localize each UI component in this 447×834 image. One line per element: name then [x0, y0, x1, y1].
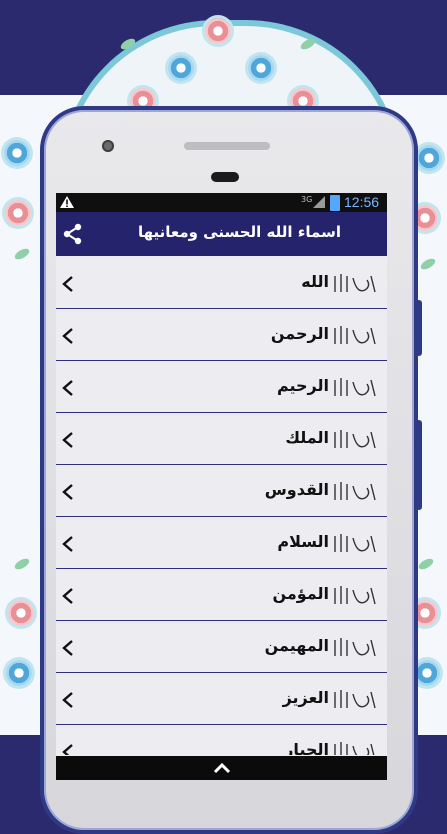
- chevron-left-icon: [62, 328, 73, 344]
- flower-ornament: [416, 145, 442, 171]
- bottom-bar: [56, 756, 387, 780]
- calligraphy-icon: [334, 326, 376, 345]
- list-item[interactable]: الجبار: [56, 728, 387, 755]
- list-item[interactable]: المهيمن: [56, 624, 387, 673]
- proximity-sensor: [211, 172, 239, 182]
- calligraphy-icon: [334, 430, 376, 449]
- calligraphy-icon: [334, 690, 376, 709]
- chevron-left-icon: [62, 380, 73, 396]
- calligraphy-icon: [334, 638, 376, 657]
- list-item-label: الله: [301, 272, 329, 291]
- flower-ornament: [168, 55, 194, 81]
- list-item[interactable]: السلام: [56, 520, 387, 569]
- app-screen: 3G 12:56 اسماء الله الحسنى ومعانيها الله…: [56, 193, 387, 780]
- camera-icon: [102, 140, 114, 152]
- chevron-left-icon: [62, 484, 73, 500]
- app-toolbar: اسماء الله الحسنى ومعانيها: [56, 212, 387, 256]
- flower-ornament: [4, 140, 30, 166]
- chevron-left-icon: [62, 692, 73, 708]
- list-item-label: القدوس: [264, 480, 329, 499]
- list-item[interactable]: الله: [56, 260, 387, 309]
- speaker-grille: [184, 142, 270, 150]
- list-item-label: المؤمن: [272, 584, 329, 603]
- list-item-label: العزيز: [282, 688, 329, 707]
- warning-icon: [60, 196, 74, 208]
- calligraphy-icon: [334, 586, 376, 605]
- list-item-label: الرحيم: [276, 376, 329, 395]
- calligraphy-icon: [334, 378, 376, 397]
- share-icon[interactable]: [61, 222, 85, 246]
- calligraphy-icon: [334, 742, 375, 755]
- chevron-left-icon: [62, 536, 73, 552]
- calligraphy-icon: [334, 534, 376, 553]
- list-item-label: الرحمن: [270, 324, 329, 343]
- list-item[interactable]: الرحمن: [56, 312, 387, 361]
- chevron-left-icon: [62, 640, 73, 656]
- flower-ornament: [6, 660, 32, 686]
- chevron-up-icon[interactable]: [211, 760, 233, 776]
- calligraphy-icon: [334, 274, 376, 293]
- flower-ornament: [5, 200, 31, 226]
- list-item-label: الملك: [285, 428, 329, 447]
- list-item-label: المهيمن: [264, 636, 329, 655]
- chevron-left-icon: [62, 432, 73, 448]
- list-item[interactable]: القدوس: [56, 468, 387, 517]
- list-item[interactable]: الملك: [56, 416, 387, 465]
- flower-ornament: [8, 600, 34, 626]
- flower-ornament: [248, 55, 274, 81]
- list-item-label: الجبار: [284, 740, 329, 755]
- names-list: الله الرحمن الرحيم الملك القدوس السلام ا…: [56, 260, 387, 755]
- chevron-left-icon: [62, 276, 73, 292]
- list-item[interactable]: العزيز: [56, 676, 387, 725]
- battery-icon: [330, 195, 340, 211]
- chevron-left-icon: [62, 588, 73, 604]
- flower-ornament: [205, 18, 231, 44]
- list-item[interactable]: الرحيم: [56, 364, 387, 413]
- network-type-label: 3G: [301, 195, 313, 204]
- chevron-left-icon: [62, 744, 73, 755]
- volume-button: [416, 420, 422, 510]
- power-button: [416, 300, 422, 356]
- status-time: 12:56: [344, 194, 380, 210]
- calligraphy-icon: [334, 482, 376, 501]
- list-item-label: السلام: [277, 532, 329, 551]
- list-item[interactable]: المؤمن: [56, 572, 387, 621]
- status-bar: 3G 12:56: [56, 193, 387, 212]
- signal-icon: [313, 196, 325, 208]
- page-title: اسماء الله الحسنى ومعانيها: [137, 223, 341, 241]
